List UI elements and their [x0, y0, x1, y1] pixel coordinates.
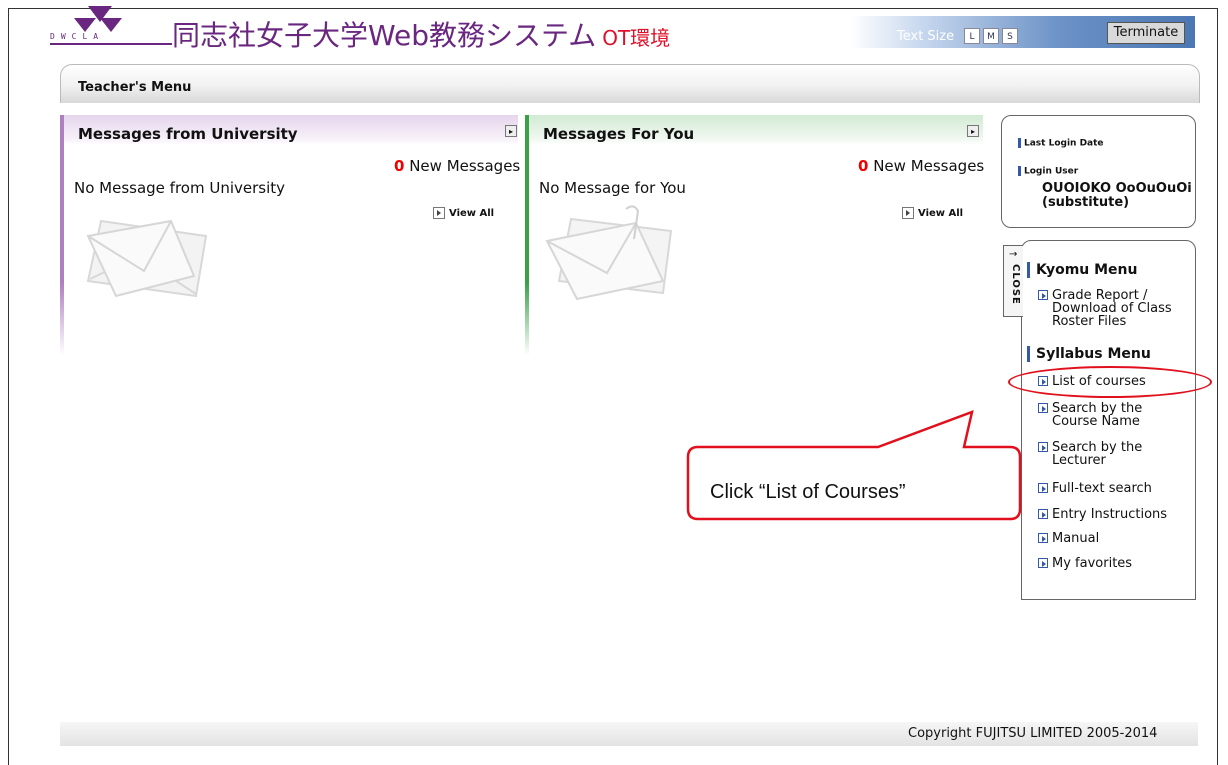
copyright-text: Copyright FUJITSU LIMITED 2005-2014 [908, 726, 1158, 741]
annotation-callout [686, 410, 1022, 521]
annotation-text: Click “List of Courses” [710, 481, 906, 503]
